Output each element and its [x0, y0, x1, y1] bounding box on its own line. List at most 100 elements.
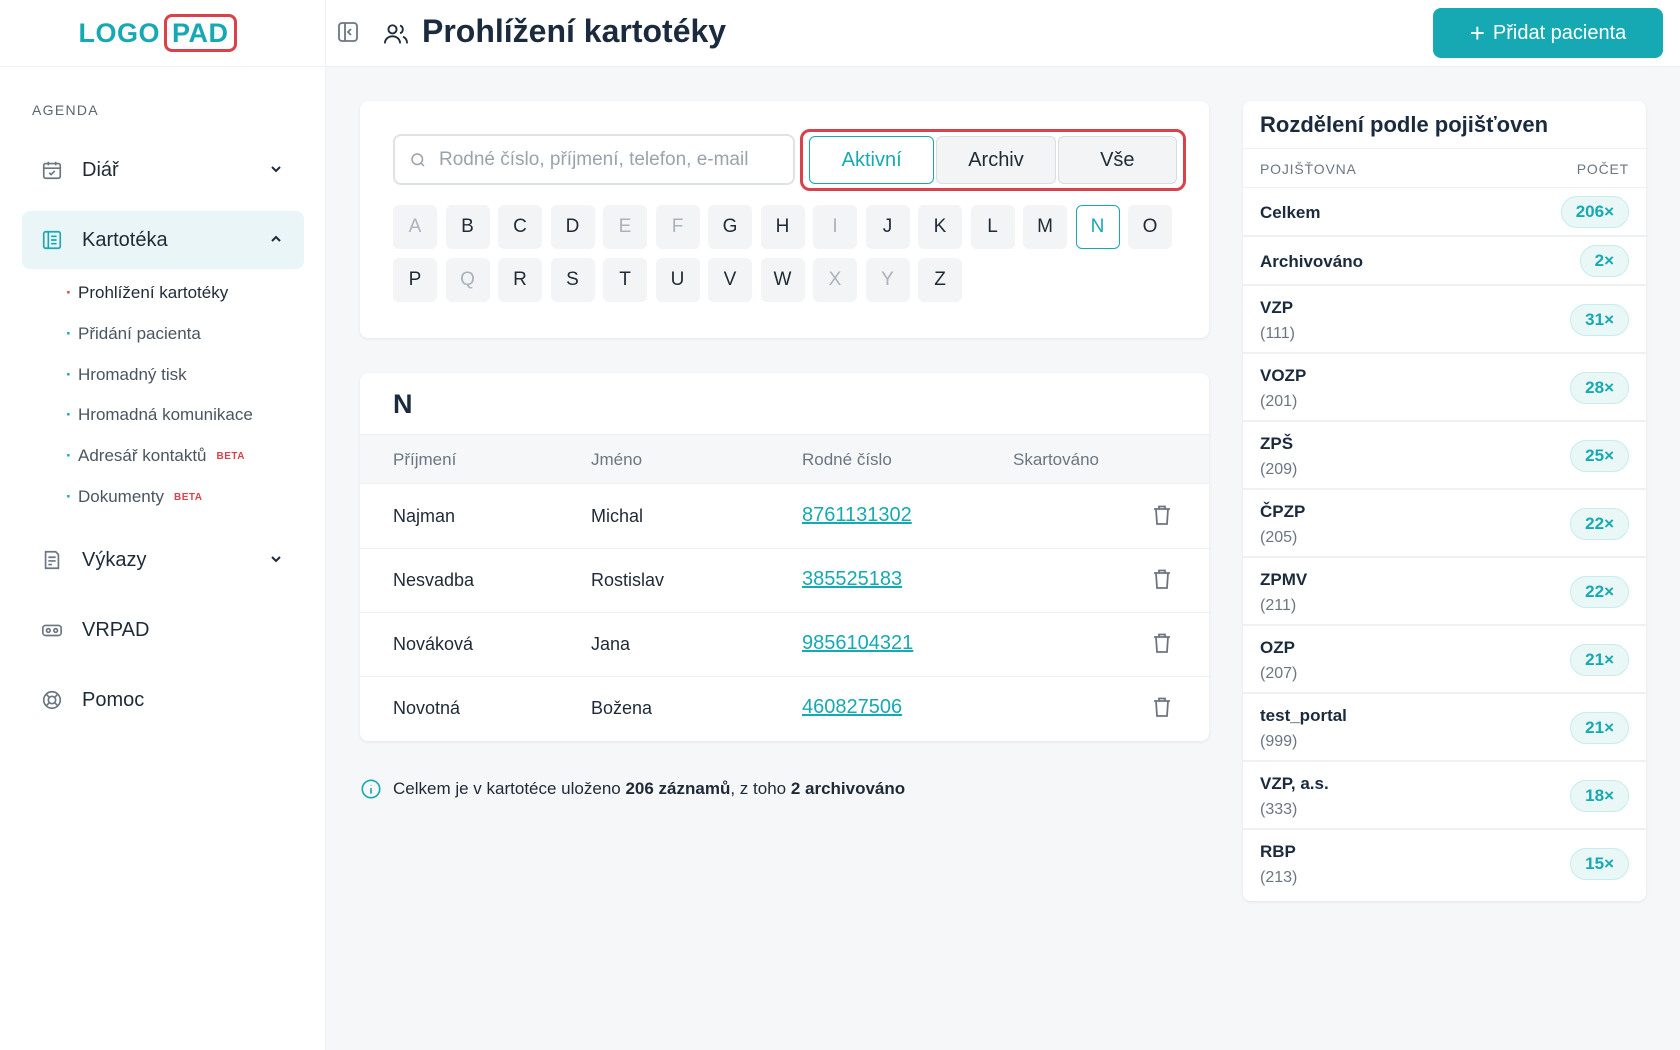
- letter-r[interactable]: R: [498, 258, 542, 302]
- insurance-row: ZPMV (211) 22×: [1243, 558, 1646, 626]
- sidebar-item-pomoc[interactable]: Pomoc: [22, 671, 304, 729]
- letter-g[interactable]: G: [708, 205, 752, 249]
- insurer-code: (213): [1260, 869, 1298, 886]
- subitem-dokumenty[interactable]: Dokumenty BETA: [66, 487, 202, 507]
- insurer-name: Celkem: [1260, 203, 1321, 222]
- report-icon: [40, 548, 64, 572]
- letter-t[interactable]: T: [603, 258, 647, 302]
- search-card: Aktivní Archiv Vše A B C D E F G H I J K…: [360, 101, 1209, 338]
- insurer-code: (333): [1260, 801, 1298, 818]
- birth-number-link[interactable]: 8761131302: [802, 504, 912, 527]
- trash-icon[interactable]: [1152, 504, 1174, 528]
- insurer-code: (999): [1260, 733, 1298, 750]
- sidebar-collapse-icon[interactable]: [336, 20, 362, 46]
- subitem-prohlizeni-kartoteky[interactable]: Prohlížení kartotéky: [66, 283, 229, 303]
- letter-u[interactable]: U: [655, 258, 700, 302]
- cell-name: Michal: [591, 506, 644, 526]
- info-icon: [360, 778, 382, 800]
- group-letter-heading: N: [393, 389, 413, 419]
- cell-surname: Najman: [393, 506, 456, 526]
- letter-c[interactable]: C: [498, 205, 542, 249]
- letter-w[interactable]: W: [760, 258, 805, 302]
- column-header-shredded: Skartováno: [1013, 450, 1099, 469]
- insurer-name: ZPŠ: [1260, 434, 1294, 453]
- cell-name: Jana: [591, 634, 631, 654]
- subitem-label: Hromadný tisk: [78, 365, 187, 384]
- insurance-row: Archivováno 2×: [1243, 237, 1646, 286]
- letter-n[interactable]: N: [1075, 205, 1120, 249]
- birth-number-link[interactable]: 460827506: [802, 696, 902, 719]
- subitem-label: Dokumenty: [78, 487, 164, 506]
- count-badge: 28×: [1570, 372, 1629, 404]
- add-patient-label: Přidat pacienta: [1492, 21, 1627, 44]
- letter-s[interactable]: S: [550, 258, 595, 302]
- count-badge: 206×: [1560, 196, 1629, 228]
- insurer-code: (201): [1260, 393, 1298, 410]
- count-badge: 15×: [1570, 848, 1629, 880]
- sidebar-item-label: Výkazy: [82, 548, 147, 571]
- agenda-section-label: AGENDA: [32, 102, 99, 118]
- letter-a[interactable]: A: [393, 205, 437, 249]
- subitem-pridani-pacienta[interactable]: Přidání pacienta: [66, 324, 201, 344]
- letter-q[interactable]: Q: [445, 258, 490, 302]
- insurance-breakdown-card: Rozdělení podle pojišťoven POJIŠŤOVNA PO…: [1243, 101, 1646, 901]
- letter-z[interactable]: Z: [918, 258, 962, 302]
- lifebuoy-icon: [40, 688, 64, 712]
- sidebar-item-label: Pomoc: [82, 688, 145, 711]
- letter-l[interactable]: L: [970, 205, 1015, 249]
- birth-number-link[interactable]: 9856104321: [802, 632, 913, 655]
- insurance-row: ČPZP (205) 22×: [1243, 490, 1646, 558]
- patient-table-card: N Příjmení Jméno Rodné číslo Skartováno …: [360, 373, 1209, 741]
- records-summary: Celkem je v kartotéce uloženo 206 záznam…: [360, 778, 905, 800]
- trash-icon[interactable]: [1152, 568, 1174, 592]
- sidebar-item-diar[interactable]: Diář: [22, 141, 304, 199]
- filter-archive-button[interactable]: Archiv: [936, 136, 1056, 184]
- status-filter-group: Aktivní Archiv Vše: [800, 129, 1186, 191]
- subitem-hromadny-tisk[interactable]: Hromadný tisk: [66, 365, 187, 385]
- logo-text: LOGO: [78, 17, 160, 48]
- letter-e[interactable]: E: [603, 205, 647, 249]
- letter-b[interactable]: B: [445, 205, 490, 249]
- letter-o[interactable]: O: [1128, 205, 1172, 249]
- letter-m[interactable]: M: [1023, 205, 1067, 249]
- letter-k[interactable]: K: [918, 205, 962, 249]
- sidebar-item-kartoteka[interactable]: Kartotéka: [22, 211, 304, 269]
- letter-y[interactable]: Y: [865, 258, 910, 302]
- search-input[interactable]: [439, 148, 789, 171]
- subitem-label: Prohlížení kartotéky: [78, 283, 229, 302]
- letter-i[interactable]: I: [813, 205, 857, 249]
- table-header: Příjmení Jméno Rodné číslo Skartováno: [360, 434, 1209, 484]
- subitem-hromadna-komunikace[interactable]: Hromadná komunikace: [66, 405, 253, 425]
- insurer-name: Archivováno: [1260, 252, 1363, 271]
- letter-j[interactable]: J: [865, 205, 910, 249]
- letter-x[interactable]: X: [813, 258, 857, 302]
- subitem-adresar-kontaktu[interactable]: Adresář kontaktů BETA: [66, 446, 245, 466]
- insurance-row: ZPŠ (209) 25×: [1243, 422, 1646, 490]
- logo-area: LOGO PAD: [0, 0, 325, 67]
- beta-badge: BETA: [216, 450, 245, 462]
- add-patient-button[interactable]: + Přidat pacienta: [1433, 8, 1663, 58]
- count-badge: 18×: [1570, 780, 1629, 812]
- insurance-table-header: POJIŠŤOVNA POČET: [1243, 148, 1646, 188]
- letter-p[interactable]: P: [393, 258, 437, 302]
- letter-f[interactable]: F: [655, 205, 700, 249]
- sidebar-item-vrpad[interactable]: VRPAD: [22, 601, 304, 659]
- trash-icon[interactable]: [1152, 696, 1174, 720]
- column-header-count: POČET: [1576, 161, 1629, 177]
- count-badge: 21×: [1570, 712, 1629, 744]
- filter-active-button[interactable]: Aktivní: [809, 136, 935, 184]
- letter-v[interactable]: V: [708, 258, 752, 302]
- filter-all-button[interactable]: Vše: [1057, 136, 1177, 184]
- birth-number-link[interactable]: 385525183: [802, 568, 902, 591]
- insurer-name: ČPZP: [1260, 502, 1306, 521]
- search-box: [393, 134, 795, 185]
- sidebar-item-vykazy[interactable]: Výkazy: [22, 531, 304, 589]
- subitem-label: Hromadná komunikace: [78, 405, 253, 424]
- column-header-birth-number: Rodné číslo: [802, 450, 892, 469]
- summary-archived: 2 archivováno: [790, 779, 906, 798]
- logo[interactable]: LOGO PAD: [78, 14, 237, 52]
- trash-icon[interactable]: [1152, 632, 1174, 656]
- chevron-up-icon: [268, 231, 284, 247]
- letter-d[interactable]: D: [550, 205, 595, 249]
- letter-h[interactable]: H: [760, 205, 805, 249]
